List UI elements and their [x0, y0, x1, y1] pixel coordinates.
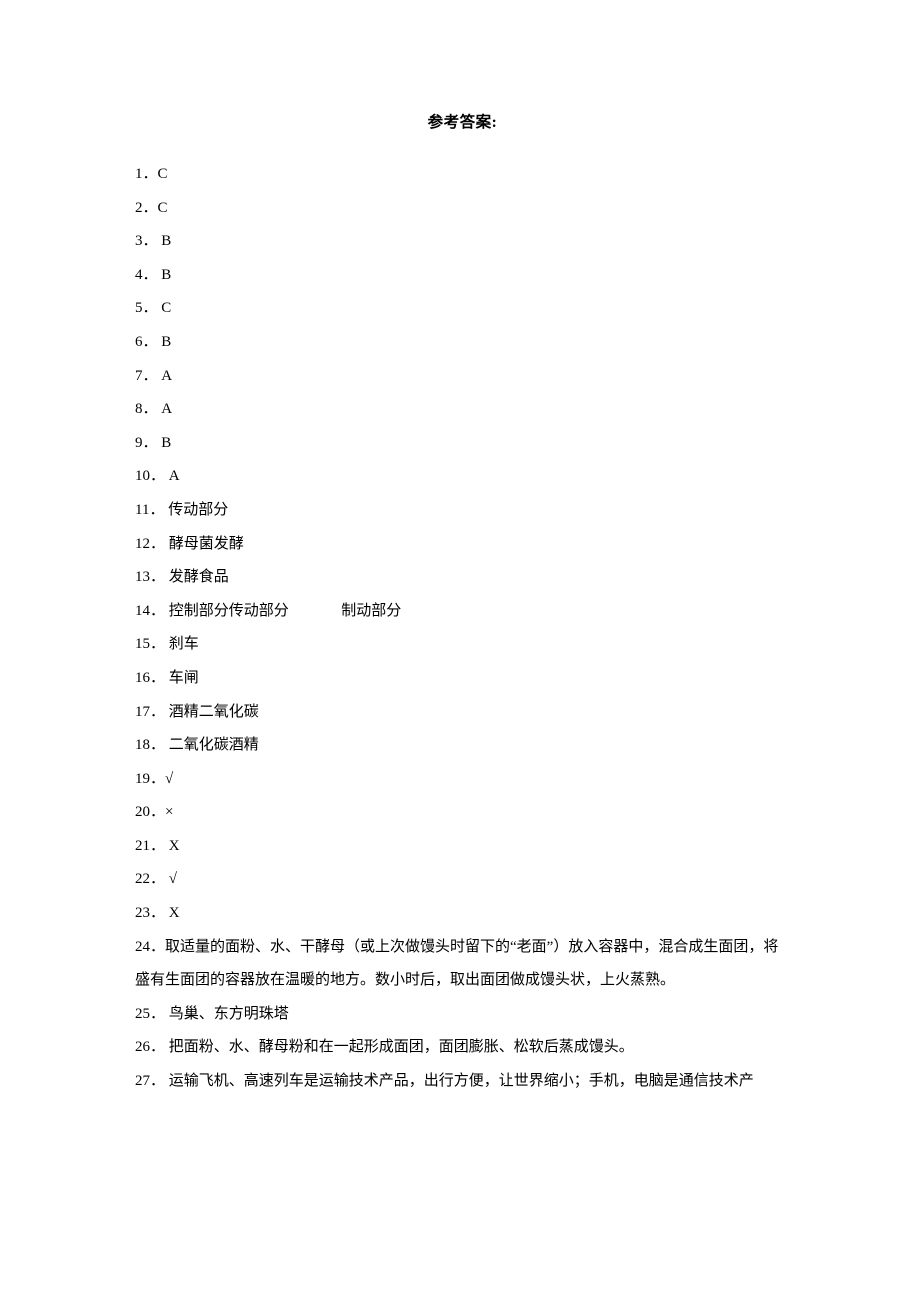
answer-value: 运输飞机、高速列车是运输技术产品，出行方便，让世界缩小；手机，电脑是通信技术产 — [169, 1073, 754, 1089]
answer-row: 12． 酵母菌发酵 — [135, 528, 790, 562]
answer-value: A — [169, 468, 180, 484]
answer-value: C — [158, 166, 168, 182]
answer-value: 控制部分传动部分 制动部分 — [169, 603, 402, 619]
answer-row: 18． 二氧化碳酒精 — [135, 729, 790, 763]
answer-value: B — [161, 233, 171, 249]
answer-number: 15． — [135, 628, 169, 662]
answer-row: 23． X — [135, 897, 790, 931]
answer-row: 6． B — [135, 326, 790, 360]
answer-value: B — [161, 267, 171, 283]
answer-row: 15． 刹车 — [135, 628, 790, 662]
answer-number: 27． — [135, 1065, 169, 1099]
answer-number: 9． — [135, 427, 161, 461]
answer-value: 把面粉、水、酵母粉和在一起形成面团，面团膨胀、松软后蒸成馒头。 — [169, 1039, 634, 1055]
document-page: 参考答案: 1．C2．C3． B4． B5． C6． B7． A8． A9． B… — [0, 0, 920, 1301]
answer-row: 11． 传动部分 — [135, 494, 790, 528]
answer-number: 24． — [135, 931, 165, 965]
answer-value: B — [161, 334, 171, 350]
answer-row: 17． 酒精二氧化碳 — [135, 696, 790, 730]
answer-number: 20． — [135, 796, 165, 830]
answer-value: C — [158, 200, 168, 216]
answer-value: 车闸 — [169, 670, 199, 686]
answer-value: X — [169, 838, 180, 854]
answer-value: √ — [165, 771, 173, 787]
answer-number: 1． — [135, 158, 158, 192]
answer-row: 21． X — [135, 830, 790, 864]
answer-value: 酵母菌发酵 — [169, 536, 244, 552]
answer-value: 取适量的面粉、水、干酵母（或上次做馒头时留下的“老面”）放入容器中，混合成生面团… — [135, 939, 778, 989]
answer-value: 发酵食品 — [169, 569, 229, 585]
answer-number: 18． — [135, 729, 169, 763]
answer-number: 3． — [135, 225, 161, 259]
answer-value: 酒精二氧化碳 — [169, 704, 259, 720]
answer-number: 11． — [135, 494, 168, 528]
answer-list: 1．C2．C3． B4． B5． C6． B7． A8． A9． B10． A1… — [135, 158, 790, 1099]
answer-row: 1．C — [135, 158, 790, 192]
answer-row: 24． 取适量的面粉、水、干酵母（或上次做馒头时留下的“老面”）放入容器中，混合… — [135, 931, 790, 998]
answer-number: 7． — [135, 360, 161, 394]
answer-row: 2．C — [135, 192, 790, 226]
answer-number: 10． — [135, 460, 169, 494]
answer-number: 22． — [135, 863, 169, 897]
answer-number: 25． — [135, 998, 169, 1032]
answer-number: 13． — [135, 561, 169, 595]
answer-value: 传动部分 — [168, 502, 228, 518]
answer-number: 2． — [135, 192, 158, 226]
answer-row: 7． A — [135, 360, 790, 394]
answer-row: 9． B — [135, 427, 790, 461]
answer-number: 16． — [135, 662, 169, 696]
answer-value: X — [169, 905, 180, 921]
page-title: 参考答案: — [135, 110, 790, 132]
answer-value: √ — [169, 871, 177, 887]
answer-row: 14． 控制部分传动部分 制动部分 — [135, 595, 790, 629]
answer-number: 14． — [135, 595, 169, 629]
answer-value: A — [161, 401, 172, 417]
answer-row: 10． A — [135, 460, 790, 494]
answer-value: 鸟巢、东方明珠塔 — [169, 1006, 289, 1022]
answer-value: × — [165, 804, 173, 820]
answer-number: 4． — [135, 259, 161, 293]
answer-value: 二氧化碳酒精 — [169, 737, 259, 753]
answer-row: 20．× — [135, 796, 790, 830]
answer-row: 4． B — [135, 259, 790, 293]
answer-row: 3． B — [135, 225, 790, 259]
answer-number: 23． — [135, 897, 169, 931]
answer-row: 16． 车闸 — [135, 662, 790, 696]
answer-row: 26． 把面粉、水、酵母粉和在一起形成面团，面团膨胀、松软后蒸成馒头。 — [135, 1031, 790, 1065]
answer-number: 6． — [135, 326, 161, 360]
answer-number: 19． — [135, 763, 165, 797]
answer-value: A — [161, 368, 172, 384]
answer-row: 13． 发酵食品 — [135, 561, 790, 595]
answer-row: 19．√ — [135, 763, 790, 797]
answer-value: 刹车 — [169, 636, 199, 652]
answer-row: 27． 运输飞机、高速列车是运输技术产品，出行方便，让世界缩小；手机，电脑是通信… — [135, 1065, 790, 1099]
answer-row: 8． A — [135, 393, 790, 427]
answer-number: 12． — [135, 528, 169, 562]
answer-number: 17． — [135, 696, 169, 730]
answer-value: B — [161, 435, 171, 451]
answer-row: 25． 鸟巢、东方明珠塔 — [135, 998, 790, 1032]
answer-row: 22． √ — [135, 863, 790, 897]
answer-number: 5． — [135, 292, 161, 326]
answer-row: 5． C — [135, 292, 790, 326]
answer-number: 21． — [135, 830, 169, 864]
answer-value: C — [161, 300, 171, 316]
answer-number: 8． — [135, 393, 161, 427]
answer-number: 26． — [135, 1031, 169, 1065]
